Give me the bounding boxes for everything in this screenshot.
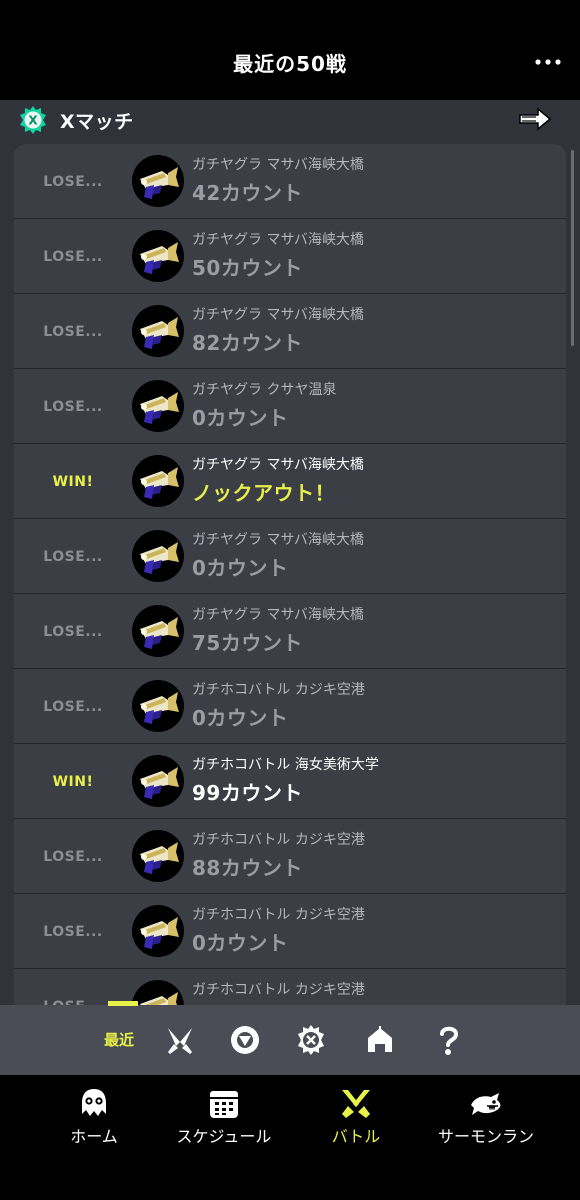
nav-schedule[interactable]: スケジュール: [154, 1087, 294, 1147]
nav-battle[interactable]: バトル: [286, 1087, 426, 1147]
weapon-icon: [132, 230, 184, 282]
mode-stage-label: ガチホコバトル カジキ空港: [192, 907, 365, 923]
mode-stage-label: ガチヤグラ マサバ海峡大橋: [192, 232, 364, 248]
nav-schedule-label: スケジュール: [176, 1127, 272, 1146]
nav-salmon-run[interactable]: サーモンラン: [416, 1087, 556, 1147]
score-label: 88カウント: [192, 856, 303, 880]
anarchy-battle-icon[interactable]: [227, 1022, 263, 1058]
battle-icon: [342, 1090, 370, 1118]
battle-row[interactable]: LOSE... ガチヤグラ マサバ海峡大橋 75カウント: [14, 594, 566, 669]
x-match-badge-icon: X: [20, 106, 46, 134]
score-label: 0カウント: [192, 406, 289, 430]
weapon-icon: [132, 455, 184, 507]
battle-history-screen: 最近の50戦 X Xマッチ LOSE... ガチヤグラ マサバ海峡大橋 42カウ…: [0, 0, 580, 1200]
score-label: 42カウント: [192, 181, 303, 205]
challenge-icon[interactable]: [362, 1022, 398, 1058]
filter-bar: 最近: [0, 1001, 580, 1075]
result-lose-label: LOSE...: [14, 969, 132, 1006]
top-header: 最近の50戦: [0, 0, 580, 100]
weapon-icon: [132, 380, 184, 432]
svg-text:X: X: [28, 114, 38, 128]
result-lose-label: LOSE...: [43, 548, 103, 565]
mode-stage-label: ガチホコバトル カジキ空港: [192, 832, 365, 848]
score-label: 99カウント: [192, 781, 303, 805]
score-label: 0カウント: [192, 706, 289, 730]
battle-row[interactable]: LOSE... ガチホコバトル カジキ空港 0カウント: [14, 669, 566, 744]
battle-row[interactable]: WIN! ガチヤグラ マサバ海峡大橋ノックアウト！: [14, 444, 566, 519]
nav-home-label: ホーム: [70, 1127, 118, 1146]
regular-battle-icon[interactable]: [162, 1022, 198, 1058]
mode-stage-label: ガチヤグラ マサバ海峡大橋: [192, 157, 364, 173]
battle-row[interactable]: LOSE... ガチホコバトル カジキ空港: [14, 969, 566, 1005]
weapon-icon: [132, 830, 184, 882]
weapon-icon: [132, 155, 184, 207]
mode-stage-label: ガチホコバトル カジキ空港: [192, 682, 365, 698]
battle-row[interactable]: LOSE... ガチヤグラ マサバ海峡大橋 0カウント: [14, 519, 566, 594]
squid-home-icon: [82, 1089, 106, 1116]
weapon-icon: [132, 980, 184, 1005]
mode-stage-label: ガチヤグラ マサバ海峡大橋: [192, 532, 364, 548]
result-lose-label: LOSE...: [43, 248, 103, 265]
weapon-icon: [132, 305, 184, 357]
weapon-icon: [132, 605, 184, 657]
weapon-icon: [132, 680, 184, 732]
calendar-icon: [210, 1091, 238, 1118]
mode-stage-label: ガチヤグラ マサバ海峡大橋: [192, 607, 364, 623]
score-label: 50カウント: [192, 256, 303, 280]
weapon-icon: [132, 755, 184, 807]
weapon-icon: [132, 905, 184, 957]
result-lose-label: LOSE...: [43, 323, 103, 340]
result-lose-label: LOSE...: [43, 623, 103, 640]
next-arrow-icon[interactable]: [518, 106, 552, 132]
mode-stage-label: ガチヤグラ マサバ海峡大橋: [192, 307, 364, 323]
mode-stage-label: ガチホコバトル 海女美術大学: [192, 757, 379, 773]
result-lose-label: LOSE...: [43, 848, 103, 865]
nav-salmon-run-label: サーモンラン: [437, 1127, 534, 1146]
scrollbar[interactable]: [571, 150, 574, 346]
battle-row[interactable]: LOSE... ガチヤグラ マサバ海峡大橋 42カウント: [14, 144, 566, 219]
more-options-button[interactable]: [532, 50, 564, 74]
filter-selected-indicator: [108, 1001, 138, 1006]
mode-stage-label: ガチヤグラ マサバ海峡大橋: [192, 457, 364, 473]
content-area: X Xマッチ LOSE... ガチヤグラ マサバ海峡大橋 42カウント LOSE...…: [0, 100, 580, 1005]
score-label: 82カウント: [192, 331, 303, 355]
result-lose-label: LOSE...: [43, 173, 103, 190]
score-label: 0カウント: [192, 556, 289, 580]
result-lose-label: LOSE...: [43, 398, 103, 415]
bottom-navigation: ホーム スケジュール バトル サーモンラン: [0, 1075, 580, 1200]
mode-stage-label: ガチホコバトル カジキ空港: [192, 982, 365, 998]
score-label: 0カウント: [192, 931, 289, 955]
x-match-icon[interactable]: [293, 1022, 329, 1058]
more-dots-icon: [535, 59, 561, 65]
result-lose-label: LOSE...: [43, 698, 103, 715]
battle-row[interactable]: LOSE... ガチヤグラ クサヤ温泉 0カウント: [14, 369, 566, 444]
battle-list: LOSE... ガチヤグラ マサバ海峡大橋 42カウント LOSE... ガチヤグラ マ…: [14, 144, 566, 1005]
battle-row[interactable]: LOSE... ガチホコバトル カジキ空港 88カウント: [14, 819, 566, 894]
mode-stage-label: ガチヤグラ クサヤ温泉: [192, 382, 337, 398]
section-header: X Xマッチ: [0, 100, 580, 140]
section-title: Xマッチ: [60, 111, 134, 133]
weapon-icon: [132, 530, 184, 582]
salmon-icon: [471, 1093, 501, 1115]
battle-row[interactable]: LOSE... ガチホコバトル カジキ空港 0カウント: [14, 894, 566, 969]
battle-row[interactable]: LOSE... ガチヤグラ マサバ海峡大橋 82カウント: [14, 294, 566, 369]
private-battle-icon[interactable]: [430, 1022, 466, 1058]
nav-battle-label: バトル: [331, 1127, 381, 1146]
battle-row[interactable]: LOSE... ガチヤグラ マサバ海峡大橋 50カウント: [14, 219, 566, 294]
result-win-label: WIN!: [52, 473, 94, 490]
battle-row[interactable]: WIN! ガチホコバトル 海女美術大学 99カウント: [14, 744, 566, 819]
score-label: 75カウント: [192, 631, 303, 655]
page-title: 最近の50戦: [233, 52, 347, 76]
score-label: ノックアウト！: [192, 481, 336, 505]
nav-home[interactable]: ホーム: [24, 1087, 164, 1147]
result-win-label: WIN!: [52, 773, 94, 790]
result-lose-label: LOSE...: [43, 923, 103, 940]
filter-recent-tab[interactable]: 最近: [104, 1029, 134, 1050]
